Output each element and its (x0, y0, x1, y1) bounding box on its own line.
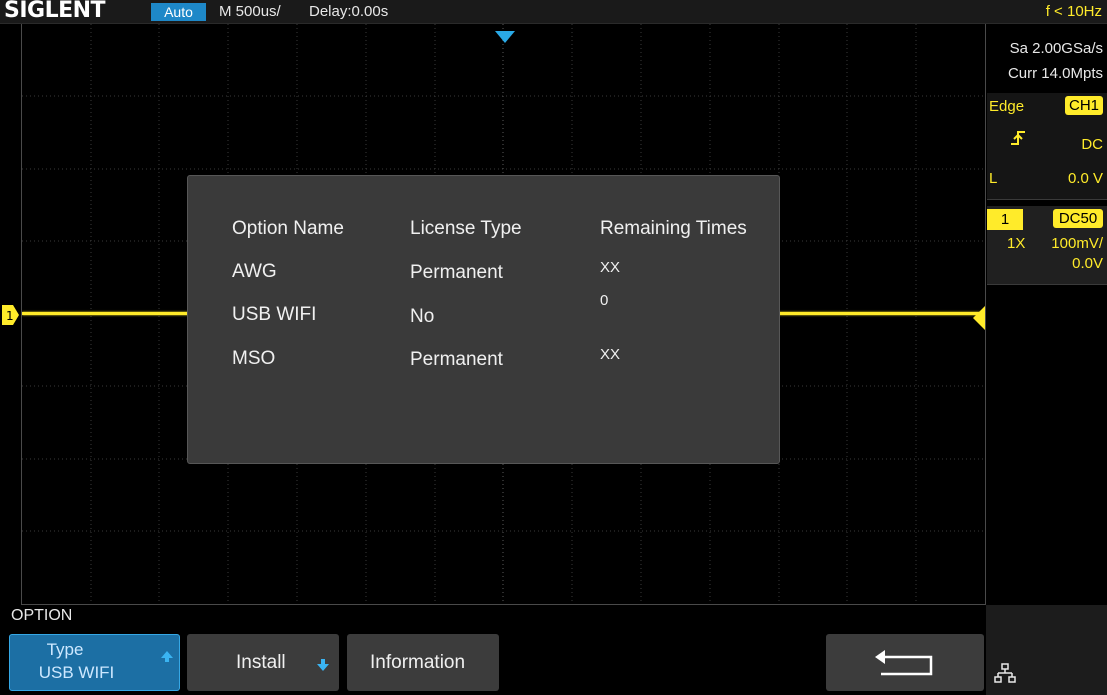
remaining-awg: XX (600, 259, 621, 276)
brand-logo: SIGLENT (4, 0, 106, 23)
license-type-mso: Permanent (410, 349, 503, 370)
information-softkey-label: Information (370, 652, 466, 673)
trigger-info-box[interactable]: Edge CH1 DC L 0.0 V (987, 93, 1107, 200)
trigger-source-badge: CH1 (1065, 96, 1103, 115)
remaining-usb-wifi: 0 (600, 292, 609, 309)
arrow-down-icon (317, 659, 329, 671)
license-type-awg: Permanent (410, 262, 503, 283)
channel-coupling-badge: DC50 (1053, 209, 1103, 228)
sample-rate-readout: Sa 2.00GSa/s (1009, 40, 1103, 57)
license-type-usb-wifi: No (410, 306, 435, 327)
remaining-mso: XX (600, 346, 621, 363)
channel-number-badge: 1 (987, 209, 1023, 230)
header-license-type: License Type (410, 218, 522, 239)
vertical-scale: 100mV/ (1051, 235, 1103, 252)
option-name-mso: MSO (232, 348, 276, 369)
timebase-readout: M 500us/ (219, 3, 281, 20)
channel1-offset-marker[interactable]: 1 (2, 304, 19, 326)
header-remaining-times: Remaining Times (600, 218, 747, 239)
rising-edge-icon (1011, 131, 1025, 145)
network-icon (994, 663, 1016, 683)
right-status-panel: Sa 2.00GSa/s Curr 14.0Mpts Edge CH1 DC L… (987, 24, 1107, 604)
frequency-readout: f < 10Hz (1045, 3, 1102, 20)
trigger-mode-badge[interactable]: Auto (151, 3, 206, 21)
option-name-awg: AWG (232, 261, 277, 282)
install-softkey-label: Install (236, 652, 286, 673)
memory-depth-readout: Curr 14.0Mpts (1007, 65, 1103, 82)
type-softkey[interactable]: Type USB WIFI (9, 634, 180, 691)
trigger-coupling: DC (1081, 136, 1103, 153)
header-option-name: Option Name (232, 218, 344, 239)
back-softkey[interactable] (826, 634, 984, 691)
information-softkey[interactable]: Information (347, 634, 499, 691)
arrow-up-icon (161, 651, 173, 662)
trigger-level-marker[interactable] (973, 306, 985, 330)
top-status-bar: SIGLENT Auto M 500us/ Delay:0.00s f < 10… (0, 0, 1107, 24)
trigger-level-value: 0.0 V (1067, 170, 1103, 187)
trigger-type-label: Edge (989, 98, 1025, 115)
trigger-position-marker[interactable] (495, 31, 515, 43)
channel1-info-box[interactable]: 1 DC50 1X 100mV/ 0.0V (987, 206, 1107, 285)
trigger-level-prefix: L (989, 170, 998, 187)
svg-text:1: 1 (6, 309, 14, 323)
type-softkey-value: USB WIFI (38, 663, 115, 682)
option-name-usb-wifi: USB WIFI (232, 304, 317, 325)
network-status-panel (986, 605, 1107, 695)
menu-title: OPTION (11, 607, 73, 624)
delay-readout: Delay:0.00s (309, 3, 389, 20)
probe-ratio: 1X (1007, 235, 1026, 252)
vertical-offset: 0.0V (1072, 255, 1103, 272)
install-softkey[interactable]: Install (187, 634, 339, 691)
type-softkey-label: Type (46, 640, 84, 659)
return-arrow-icon (875, 650, 933, 676)
option-license-dialog: Option Name License Type Remaining Times… (187, 175, 780, 464)
